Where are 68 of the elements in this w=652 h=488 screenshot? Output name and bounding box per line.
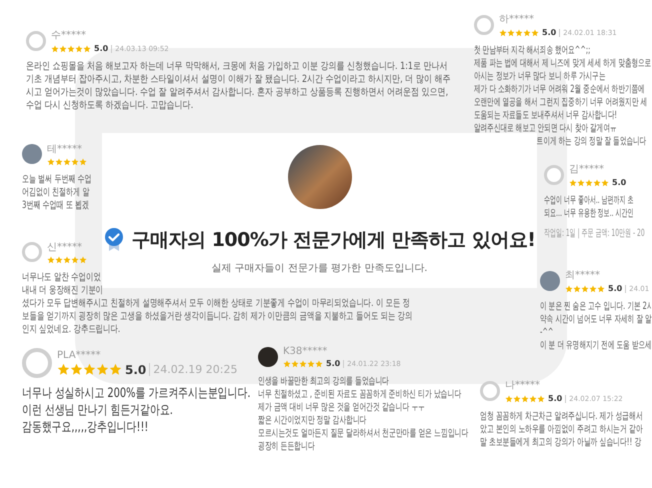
rating-score: 5.0 — [326, 359, 340, 368]
review-text-line: 되요… 너무 유용한 정보.. 시간인 — [544, 207, 634, 220]
star-icon — [96, 363, 109, 376]
reviewer-name: 신***** — [47, 241, 83, 254]
review-text-line: -^^ — [540, 326, 554, 339]
review-text-line: 말 초보분들에게 최고의 강의가 아닐까 싶습니다!! 강 — [480, 436, 642, 449]
review-text-line: 보들을 얻기까지 굉장히 많은 고생을 하셨을거란 생각이듭니다. 감히 제가 이만큼의 금액을 지불하고 들어도 되는 강의 — [22, 310, 412, 323]
review-text-line: 트이게 하는 강의 정말 잘 들었습니다 — [536, 135, 646, 148]
reviewer-name: 하***** — [499, 13, 535, 26]
review-text-line: 너무나 성실하시고 200%를 가르켜주시는분입니다. — [22, 385, 251, 402]
review-text-line: 시고 얻어가는것이 많았습니다. 수업 잘 알려주셔서 감사합니다. 혼자 공부하고 상품등록 진행하면서 어려운점 있으면, — [26, 86, 448, 99]
banner-title: 구매자의 100%가 전문가에게 만족하고 있어요! — [132, 228, 536, 253]
avatar-placeholder-icon — [22, 242, 42, 262]
review-text-line: 도움되는 자료들도 보내주셔서 너무 감사합니다! — [474, 109, 618, 122]
review-text-line: 수업 다시 신청하도록 하겠습니다. 고맙습니다. — [26, 99, 194, 112]
avatar-image — [22, 144, 42, 164]
rating-score: 5.0 — [94, 44, 108, 53]
review-text-line: 았고 본인의 노하우를 아낌없이 주려고 하시는거 같아 — [480, 423, 643, 436]
review-text-line: 모르시는것도 얼마든지 질문 달라하셔서 천군만마를 얻은 느낌입니다 — [258, 427, 468, 440]
reviewer-name: 김***** — [569, 163, 605, 176]
review-text-line: 감동했구요,,,,,강추입니다!!! — [22, 419, 148, 436]
review-text-line: 수업이 너무 좋아서.. 남편까지 초 — [544, 194, 634, 207]
review-text-line: 너무나도 알찬 수업이었 — [22, 271, 101, 284]
rating-score: 5.0 — [608, 284, 622, 293]
reviewer-name: PLA***** — [57, 350, 102, 360]
review-text-line: 어김없이 친절하게 알 — [22, 186, 90, 199]
review-text-line: 아시는 정보가 너무 많다 보니 하루 가시구는 — [474, 70, 606, 83]
review-text-line: 첫 만남부터 지각 해서죄송 했어요^^;; — [474, 44, 590, 57]
review-text-line: 온라인 쇼핑몰을 처음 해보고자 하는데 너무 막막해서, 크몽에 처음 가입하고 이분 강의를 신청했습니다. 1:1로 만나서 — [26, 60, 448, 73]
avatar-placeholder-icon — [22, 348, 52, 378]
reviewer-name: 수***** — [51, 29, 87, 42]
review-text-line: 오랜만에 열공을 해서 그런지 집중하기 너무 어려웠지만 세 — [474, 96, 648, 109]
review-text-line: 기초 개념부터 잡아주시고, 차분한 스타일이셔서 설명이 이해가 잘 됐습니다. 2시간 수업이라고 하시지만, 더 많이 해주 — [26, 73, 450, 86]
review-text-line: 엄청 꼼꼼하게 차근차근 알려주십니다. 제가 성급해서 — [480, 410, 643, 423]
order-info: 작업일: 1일 | 주문 금액: 10만원 - 20 — [544, 227, 645, 240]
review-text-line: 제가 금액 대비 너무 많은 것을 얻어간것 같습니다 ㅜㅜ — [258, 401, 425, 414]
review-text-line: 제가 다 소화하기가 너무 어려워 2월 중순에서 하반기쯤에 — [474, 83, 645, 96]
rating-score: 5.0 — [548, 394, 562, 403]
reviewer-name: 나***** — [505, 379, 541, 392]
banner-subtitle: 실제 구매자들이 전문가를 평가한 만족도입니다. — [212, 262, 428, 275]
avatar-placeholder-icon — [474, 14, 494, 34]
review-text-line: 인생을 바꿀만한 최고의 강의를 들었습니다 — [258, 375, 390, 388]
star-icon — [57, 363, 70, 376]
review-text-line: 너무 친절하셨고 , 준비된 자료도 꼼꼼하게 준비하신 티가 났습니다 — [258, 388, 462, 401]
review-text-line: 이 분 더 유명해지기 전에 도움 받으세 — [540, 339, 652, 352]
review-text-line: 내내 더 웅장해진 기분이 — [22, 284, 104, 297]
review-text-line: 굉장히 든든합니다 — [258, 440, 315, 453]
review-text-line: 인지 싶었네요. 강추드립니다. — [22, 323, 120, 336]
rating-score: 5.0 — [612, 178, 626, 187]
review-text-line: 셨다가 모두 답변해주시고 친절하게 설명해주셔서 모두 이해한 상태로 기분좋게 수업이 마무리되었습니다. 이 모든 정 — [22, 297, 410, 310]
review-date: 24.02.19 20:25 — [149, 363, 238, 376]
reviewer-name: 최***** — [565, 269, 601, 282]
review-text-line: 이런 선생님 만나기 힘든거같아요. — [22, 402, 173, 419]
reviewer-name: K38***** — [283, 346, 328, 357]
star-icon — [70, 363, 83, 376]
review-text-line: 약속 시간이 넘어도 너무 자세히 잘 알 — [540, 313, 652, 326]
reviewer-name: 테***** — [47, 143, 83, 156]
star-icon — [83, 363, 96, 376]
rating-score: 5.0 — [542, 28, 556, 37]
rating-score: 5.0 — [125, 362, 146, 376]
review-text-line: 이 분은 찐 숨은 고수 입니다. 기본 2시 — [540, 300, 652, 313]
review-text-line: 짧은 시간이었지만 정말 감사합니다 — [258, 414, 366, 427]
review-text-line: 3번째 수업때 또 뵙겠 — [22, 199, 90, 212]
review-text-line: 알려주신대로 해보고 안되면 다시 찾아 갈게여ㅠ — [474, 122, 616, 135]
star-icon — [109, 363, 122, 376]
review-text-line: 오늘 벌써 두번째 수업 — [22, 173, 92, 186]
avatar-placeholder-icon — [26, 30, 46, 50]
review-text-line: 제품 파는 법에 대해서 제 니즈에 맞게 세세 하게 맞춤형으로 — [474, 57, 652, 70]
